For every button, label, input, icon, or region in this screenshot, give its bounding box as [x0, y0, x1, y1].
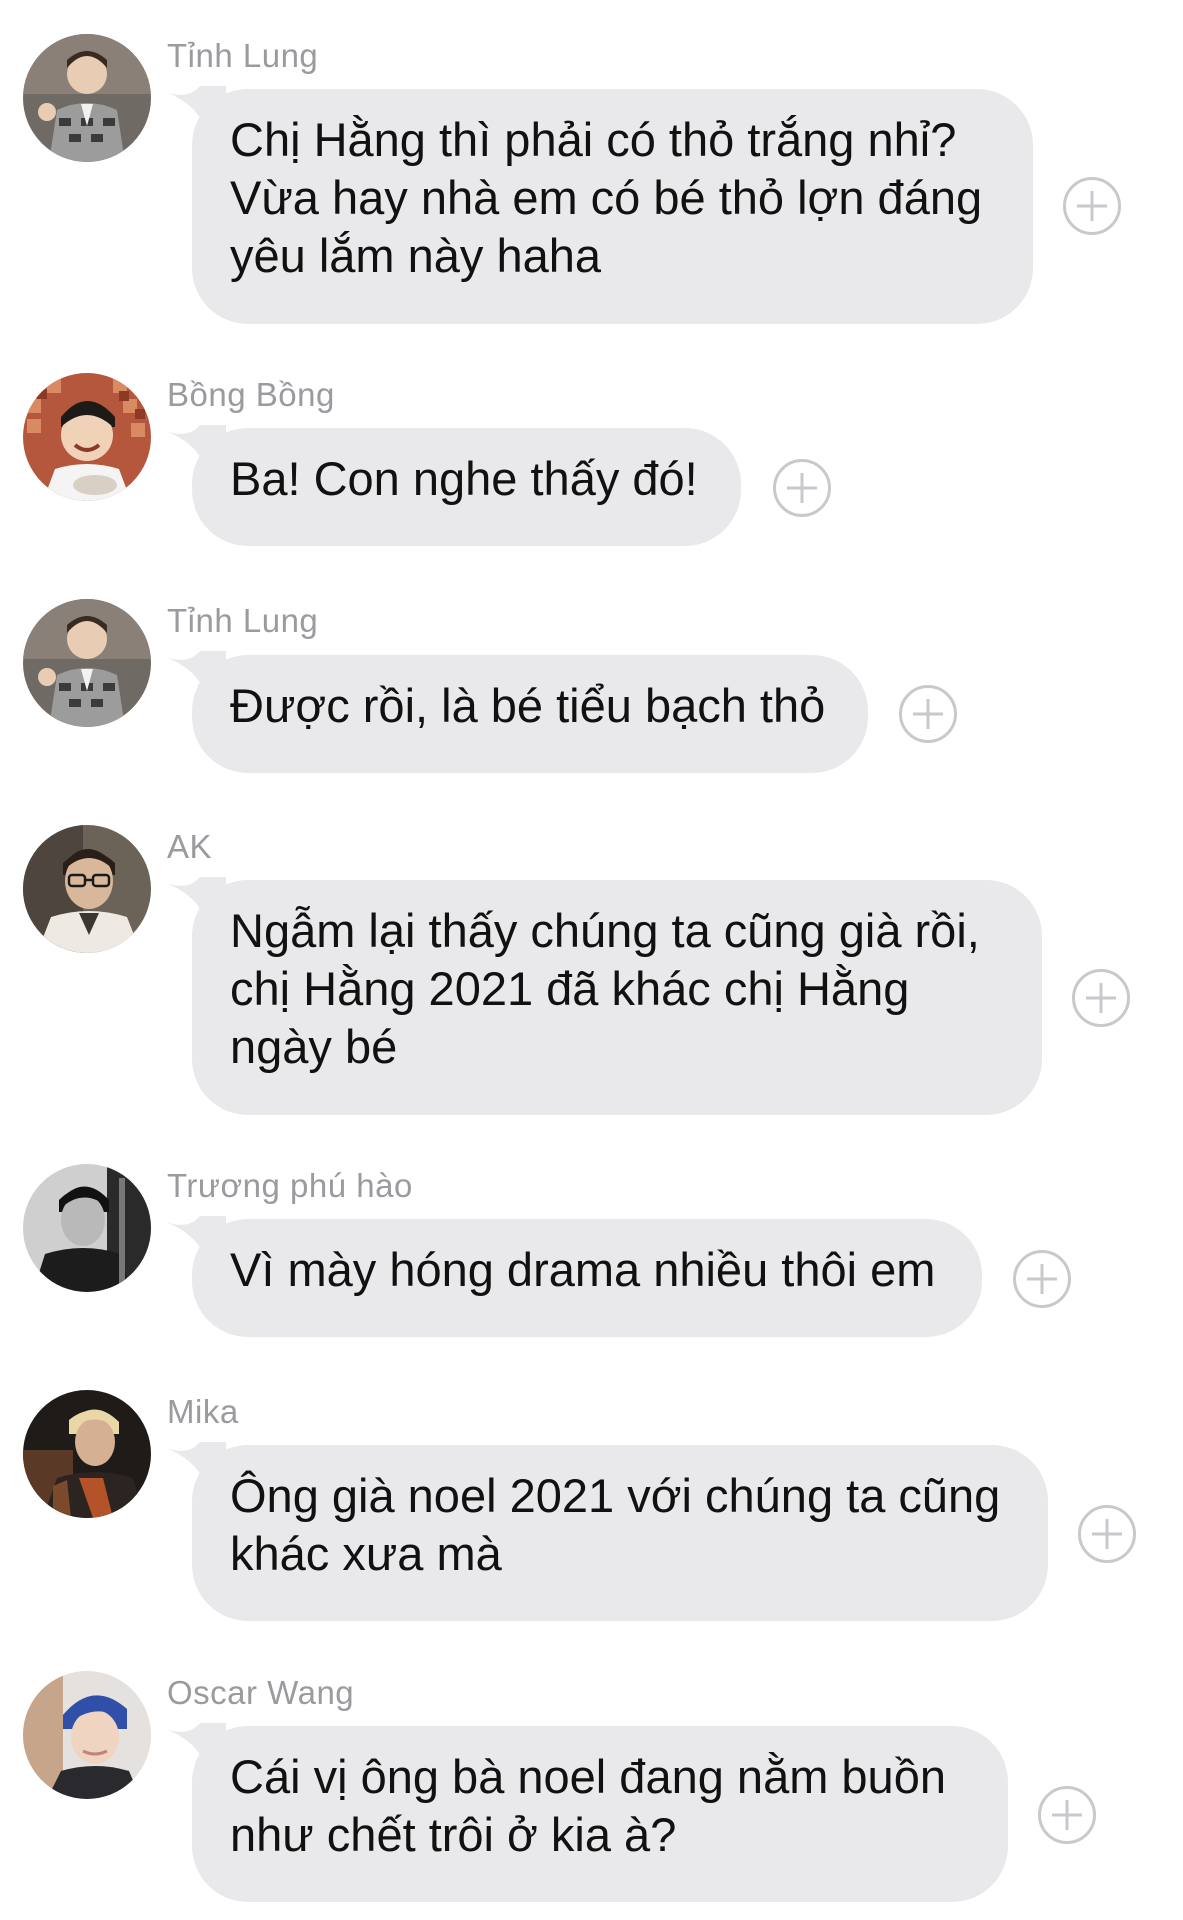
sender-name: Trương phú hào — [167, 1167, 413, 1204]
message-bubble[interactable]: Vì mày hóng drama nhiều thôi em — [192, 1219, 982, 1337]
sender-name: Mika — [167, 1393, 239, 1430]
plus-circle-icon[interactable] — [1078, 1505, 1136, 1563]
avatar-man-monochrome-icon[interactable] — [23, 1164, 151, 1292]
message-bubble[interactable]: Chị Hằng thì phải có thỏ trắng nhỉ? Vừa … — [192, 89, 1033, 324]
sender-name: Oscar Wang — [167, 1674, 355, 1711]
message-bubble[interactable]: Ngẫm lại thấy chúng ta cũng già rồi, chị… — [192, 880, 1042, 1115]
avatar-boy-checkered-shirt-icon[interactable] — [23, 34, 151, 162]
sender-name: Tỉnh Lung — [167, 37, 319, 74]
avatar-man-blonde-icon[interactable] — [23, 1390, 151, 1518]
plus-circle-icon[interactable] — [1038, 1786, 1096, 1844]
plus-circle-icon[interactable] — [1072, 969, 1130, 1027]
message-bubble[interactable]: Ba! Con nghe thấy đó! — [192, 428, 741, 546]
message-bubble[interactable]: Cái vị ông bà noel đang nằm buồn như chế… — [192, 1726, 1008, 1902]
message-bubble[interactable]: Được rồi, là bé tiểu bạch thỏ — [192, 655, 868, 773]
plus-circle-icon[interactable] — [1013, 1250, 1071, 1308]
avatar-child-icon[interactable] — [23, 373, 151, 501]
plus-circle-icon[interactable] — [899, 685, 957, 743]
sender-name: Tỉnh Lung — [167, 602, 319, 639]
avatar-man-blue-hair-icon[interactable] — [23, 1671, 151, 1799]
avatar-boy-checkered-shirt-icon[interactable] — [23, 599, 151, 727]
sender-name: AK — [167, 828, 213, 865]
sender-name: Bồng Bồng — [167, 376, 335, 413]
avatar-man-glasses-icon[interactable] — [23, 825, 151, 953]
plus-circle-icon[interactable] — [1063, 177, 1121, 235]
plus-circle-icon[interactable] — [773, 459, 831, 517]
message-bubble[interactable]: Ông già noel 2021 với chúng ta cũng khác… — [192, 1445, 1048, 1621]
chat-thread: Tỉnh Lung Chị Hằng thì phải có thỏ trắng… — [0, 0, 1183, 1920]
